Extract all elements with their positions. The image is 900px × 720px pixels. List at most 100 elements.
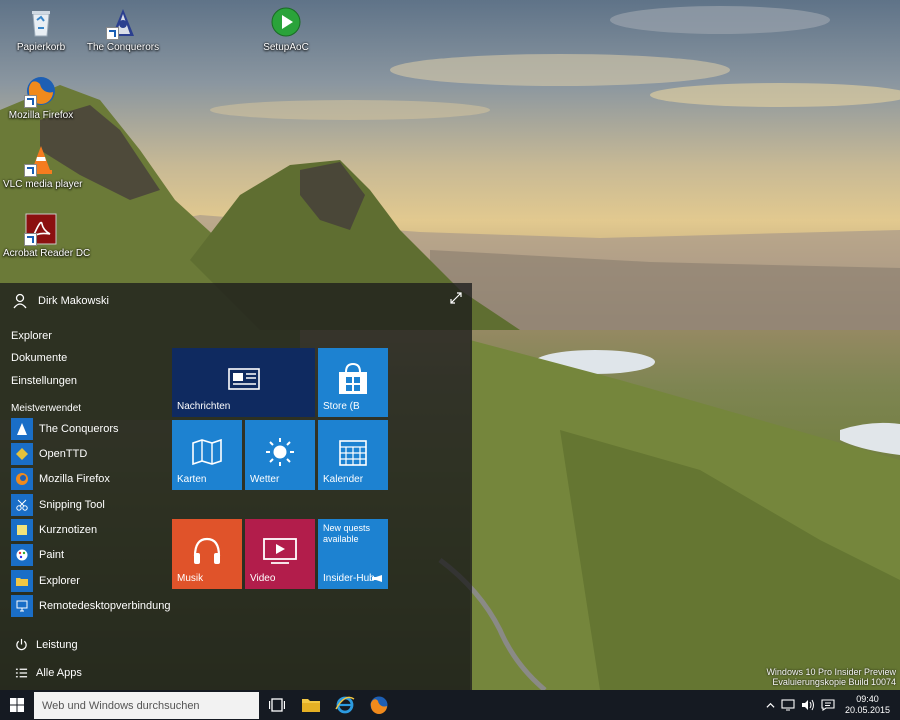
desktop-icon-recycle-bin[interactable]: Papierkorb bbox=[3, 6, 79, 53]
build-watermark: Windows 10 Pro Insider Preview Evaluieru… bbox=[766, 667, 896, 687]
most-used-item-explorer[interactable]: Explorer bbox=[11, 570, 80, 592]
tile-label: Insider-Hub bbox=[323, 573, 375, 584]
age-of-empires-icon bbox=[106, 6, 140, 40]
most-used-label: Paint bbox=[39, 549, 65, 561]
tile-label: Store (B bbox=[323, 401, 360, 412]
desktop-icon-label: The Conquerors bbox=[86, 42, 160, 53]
sticky-notes-icon bbox=[11, 519, 33, 541]
most-used-item-paint[interactable]: Paint bbox=[11, 544, 64, 566]
firefox-icon bbox=[24, 74, 58, 108]
openttd-icon bbox=[11, 443, 33, 465]
firefox-icon bbox=[370, 696, 388, 714]
acrobat-reader-icon bbox=[24, 212, 58, 246]
most-used-label: Explorer bbox=[39, 575, 80, 587]
volume-icon[interactable] bbox=[801, 699, 815, 711]
desktop-icon-firefox[interactable]: Mozilla Firefox bbox=[3, 74, 79, 121]
windows-logo-icon bbox=[10, 698, 24, 712]
clock[interactable]: 09:40 20.05.2015 bbox=[845, 694, 890, 716]
shortcut-arrow-icon bbox=[106, 27, 119, 40]
desktop-icon-label: Acrobat Reader DC bbox=[3, 248, 91, 259]
power-icon bbox=[16, 638, 27, 651]
tile-video[interactable]: Video bbox=[245, 519, 315, 589]
start-link-dokumente[interactable]: Dokumente bbox=[11, 352, 67, 364]
action-center-icon[interactable] bbox=[821, 699, 835, 711]
internet-explorer-icon bbox=[335, 696, 355, 714]
tile-wetter[interactable]: Wetter bbox=[245, 420, 315, 490]
most-used-item-kurznotizen[interactable]: Kurznotizen bbox=[11, 519, 97, 541]
tile-store[interactable]: Store (B bbox=[318, 348, 388, 417]
search-box[interactable]: Web und Windows durchsuchen bbox=[34, 692, 259, 719]
insider-notification: New quests available bbox=[323, 523, 371, 544]
list-icon bbox=[15, 668, 28, 678]
desktop-icon-label: SetupAoC bbox=[263, 42, 309, 53]
search-placeholder: Web und Windows durchsuchen bbox=[42, 699, 200, 712]
tile-label: Nachrichten bbox=[177, 401, 231, 412]
vlc-cone-icon bbox=[24, 143, 58, 177]
tile-kalender[interactable]: Kalender bbox=[318, 420, 388, 490]
tile-label: Kalender bbox=[323, 474, 364, 485]
tile-label: Musik bbox=[177, 573, 204, 584]
power-button[interactable]: Leistung bbox=[15, 638, 78, 651]
most-used-label: Mozilla Firefox bbox=[39, 473, 110, 485]
system-tray: 09:40 20.05.2015 bbox=[766, 690, 900, 720]
clock-time: 09:40 bbox=[856, 694, 879, 704]
most-used-item-openttd[interactable]: OpenTTD bbox=[11, 443, 87, 465]
desktop-icon-acrobat[interactable]: Acrobat Reader DC bbox=[3, 212, 91, 259]
user-account-button[interactable]: Dirk Makowski bbox=[12, 293, 109, 309]
chevron-up-icon[interactable] bbox=[766, 701, 775, 710]
most-used-item-remote-desktop[interactable]: Remotedesktopverbindung bbox=[11, 595, 170, 617]
task-view-button[interactable] bbox=[266, 694, 288, 716]
all-apps-button[interactable]: Alle Apps bbox=[15, 667, 82, 679]
age-of-empires-icon bbox=[11, 418, 33, 440]
desktop-icon-setupaoc[interactable]: SetupAoC bbox=[248, 6, 324, 53]
desktop-icon-label: Mozilla Firefox bbox=[8, 110, 74, 121]
taskbar-explorer-button[interactable] bbox=[300, 694, 322, 716]
folder-icon bbox=[11, 570, 33, 592]
tile-karten[interactable]: Karten bbox=[172, 420, 242, 490]
start-menu: Dirk Makowski Explorer Dokumente Einstel… bbox=[0, 283, 472, 690]
user-name: Dirk Makowski bbox=[38, 295, 109, 307]
tile-label: Video bbox=[250, 573, 276, 584]
calendar-icon bbox=[339, 439, 367, 466]
clock-date: 20.05.2015 bbox=[844, 705, 890, 715]
megaphone-icon bbox=[372, 575, 382, 582]
recycle-bin-icon bbox=[24, 6, 58, 40]
map-icon bbox=[192, 438, 222, 465]
tile-insider-hub[interactable]: New quests available Insider-Hub bbox=[318, 519, 388, 589]
expand-icon[interactable] bbox=[449, 291, 463, 305]
most-used-label: Kurznotizen bbox=[39, 524, 98, 536]
most-used-label: Remotedesktopverbindung bbox=[39, 600, 171, 612]
network-icon[interactable] bbox=[781, 699, 795, 711]
most-used-item-snipping-tool[interactable]: Snipping Tool bbox=[11, 494, 105, 516]
news-icon bbox=[227, 368, 260, 390]
tile-nachrichten[interactable]: Nachrichten bbox=[172, 348, 315, 417]
play-setup-icon bbox=[269, 6, 303, 40]
user-icon bbox=[13, 293, 27, 309]
desktop-icon-the-conquerors[interactable]: The Conquerors bbox=[85, 6, 161, 53]
desktop-icon-vlc[interactable]: VLC media player bbox=[3, 143, 82, 190]
watermark-line-1: Windows 10 Pro Insider Preview bbox=[766, 667, 896, 677]
most-used-heading: Meistverwendet bbox=[11, 403, 82, 414]
remote-desktop-icon bbox=[11, 595, 33, 617]
scissors-icon bbox=[11, 494, 33, 516]
most-used-item-firefox[interactable]: Mozilla Firefox bbox=[11, 468, 110, 490]
tile-musik[interactable]: Musik bbox=[172, 519, 242, 589]
most-used-label: Snipping Tool bbox=[39, 499, 105, 511]
power-label: Leistung bbox=[36, 638, 78, 651]
start-button[interactable] bbox=[0, 690, 34, 720]
most-used-item-the-conquerors[interactable]: The Conquerors bbox=[11, 418, 119, 440]
video-play-icon bbox=[263, 537, 297, 564]
taskbar-firefox-button[interactable] bbox=[368, 694, 390, 716]
tile-label: Wetter bbox=[250, 474, 280, 485]
task-view-icon bbox=[269, 698, 285, 712]
most-used-label: The Conquerors bbox=[39, 423, 119, 435]
folder-icon bbox=[302, 699, 320, 712]
paint-palette-icon bbox=[11, 544, 33, 566]
sun-icon bbox=[266, 437, 294, 466]
watermark-line-2: Evaluierungskopie Build 10074 bbox=[772, 677, 896, 687]
taskbar-ie-button[interactable] bbox=[334, 694, 356, 716]
all-apps-label: Alle Apps bbox=[36, 667, 82, 679]
most-used-label: OpenTTD bbox=[39, 448, 88, 460]
start-link-einstellungen[interactable]: Einstellungen bbox=[11, 375, 77, 387]
start-link-explorer[interactable]: Explorer bbox=[11, 330, 52, 342]
